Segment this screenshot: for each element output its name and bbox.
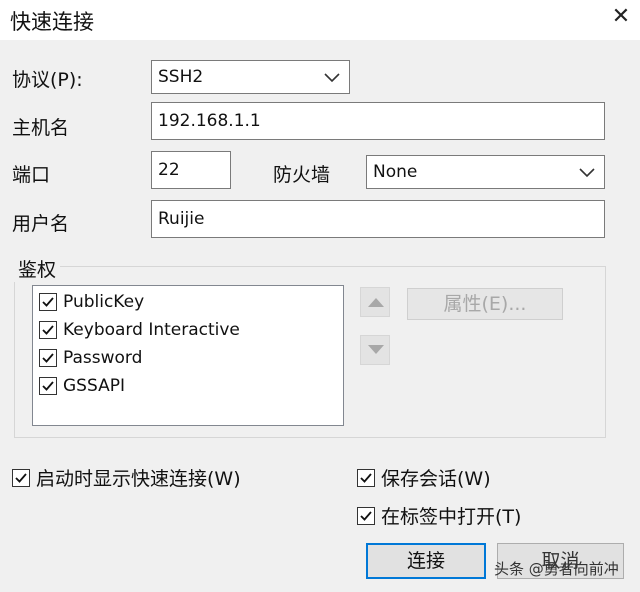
check-icon xyxy=(42,353,54,363)
firewall-label: 防火墙 xyxy=(273,164,331,186)
auth-method-gssapi[interactable]: GSSAPI xyxy=(39,374,125,398)
show-on-startup-option[interactable]: 启动时显示快速连接(W) xyxy=(12,464,241,491)
option-label: 在标签中打开(T) xyxy=(381,506,522,528)
checkbox[interactable] xyxy=(12,468,30,487)
auth-method-label: GSSAPI xyxy=(63,376,125,396)
option-label: 保存会话(W) xyxy=(381,468,491,490)
username-value: Ruijie xyxy=(158,209,205,229)
auth-method-publickey[interactable]: PublicKey xyxy=(39,290,144,314)
check-icon xyxy=(360,472,372,483)
checkbox[interactable] xyxy=(357,506,375,525)
port-input[interactable]: 22 xyxy=(151,151,231,189)
checkbox[interactable] xyxy=(39,349,57,367)
auth-method-label: Password xyxy=(63,348,143,368)
port-value: 22 xyxy=(158,160,180,180)
checkbox[interactable] xyxy=(357,468,375,487)
chevron-down-icon xyxy=(324,73,340,83)
protocol-value: SSH2 xyxy=(158,67,204,87)
check-icon xyxy=(42,325,54,335)
auth-method-list: PublicKey Keyboard Interactive Password … xyxy=(32,285,344,426)
save-session-option[interactable]: 保存会话(W) xyxy=(357,464,491,491)
close-icon[interactable]: ✕ xyxy=(606,2,636,32)
auth-group-title: 鉴权 xyxy=(14,255,61,282)
open-in-tab-option[interactable]: 在标签中打开(T) xyxy=(357,502,521,529)
option-label: 启动时显示快速连接(W) xyxy=(36,468,241,490)
checkbox[interactable] xyxy=(39,321,57,339)
arrow-up-icon xyxy=(368,298,384,307)
checkbox[interactable] xyxy=(39,377,57,395)
chevron-down-icon xyxy=(579,168,595,178)
protocol-select[interactable]: SSH2 xyxy=(151,60,350,94)
check-icon xyxy=(42,297,54,307)
username-input[interactable]: Ruijie xyxy=(151,200,605,238)
title-bar: 快速连接 ✕ xyxy=(0,0,640,40)
properties-button[interactable]: 属性(E)... xyxy=(407,288,563,320)
window-title: 快速连接 xyxy=(10,10,94,34)
checkbox[interactable] xyxy=(39,293,57,311)
hostname-value: 192.168.1.1 xyxy=(158,111,261,131)
firewall-select[interactable]: None xyxy=(366,155,605,189)
firewall-value: None xyxy=(373,162,418,182)
hostname-label: 主机名 xyxy=(12,117,70,139)
arrow-down-icon xyxy=(368,345,384,354)
protocol-label: 协议(P): xyxy=(12,69,83,91)
move-down-button[interactable] xyxy=(360,335,390,365)
hostname-input[interactable]: 192.168.1.1 xyxy=(151,102,605,140)
connect-button[interactable]: 连接 xyxy=(366,543,486,579)
check-icon xyxy=(42,381,54,391)
port-label: 端口 xyxy=(12,164,51,186)
auth-method-password[interactable]: Password xyxy=(39,346,142,370)
username-label: 用户名 xyxy=(12,213,70,235)
watermark: 头条 @勇者向前冲 xyxy=(494,560,619,578)
auth-method-label: Keyboard Interactive xyxy=(63,320,240,340)
auth-method-keyboard-interactive[interactable]: Keyboard Interactive xyxy=(39,318,240,342)
check-icon xyxy=(360,510,372,521)
auth-method-label: PublicKey xyxy=(63,292,145,312)
check-icon xyxy=(15,472,27,483)
move-up-button[interactable] xyxy=(360,287,390,317)
